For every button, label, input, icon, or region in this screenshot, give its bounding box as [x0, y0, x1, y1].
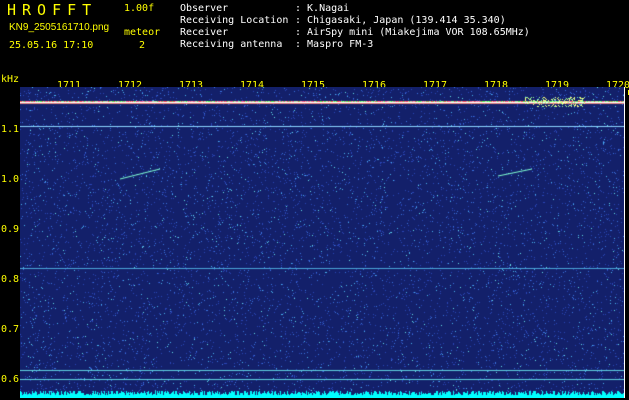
y-tick-label: 0.6	[1, 374, 20, 385]
location-key: Receiving Location	[180, 15, 289, 26]
observer-value: : K.Nagai	[295, 3, 350, 14]
receiver-key: Receiver	[180, 27, 229, 38]
date-time: 25.05.16 17:10	[9, 40, 94, 51]
antenna-row: Receiving antenna : Maspro FM-3	[180, 39, 530, 51]
y-tick-label: 0.7	[1, 324, 20, 335]
y-tick-label: 1.1	[1, 124, 20, 135]
location-value: : Chigasaki, Japan (139.414 35.340)	[295, 15, 506, 26]
observer-row: Observer : K.Nagai	[180, 3, 530, 15]
y-axis-unit: kHz	[1, 74, 20, 85]
receiver-value: : AirSpy mini (Miakejima VOR 108.65MHz)	[295, 27, 530, 38]
app-version: 1.00f	[124, 3, 155, 14]
spectrogram-plot	[20, 87, 624, 398]
antenna-key: Receiving antenna	[180, 39, 283, 50]
location-row: Receiving Location : Chigasaki, Japan (1…	[180, 15, 530, 27]
file-name: KN9_2505161710.png	[9, 22, 110, 33]
header-panel: HROFFT 1.00f KN9_2505161710.png meteor 2…	[0, 0, 629, 76]
meteor-count: 2	[139, 40, 146, 51]
spectrogram-canvas	[20, 87, 624, 398]
y-tick-label: 1.0	[1, 174, 20, 185]
y-tick-label: 0.9	[1, 224, 20, 235]
observer-key: Observer	[180, 3, 229, 14]
plot-right-border	[624, 87, 625, 398]
meteor-label: meteor	[124, 27, 161, 38]
y-tick-label: 0.8	[1, 274, 20, 285]
receiver-row: Receiver : AirSpy mini (Miakejima VOR 10…	[180, 27, 530, 39]
app-title: HROFFT	[7, 1, 98, 19]
observation-info: Observer : K.Nagai Receiving Location : …	[180, 3, 530, 51]
antenna-value: : Maspro FM-3	[295, 39, 374, 50]
